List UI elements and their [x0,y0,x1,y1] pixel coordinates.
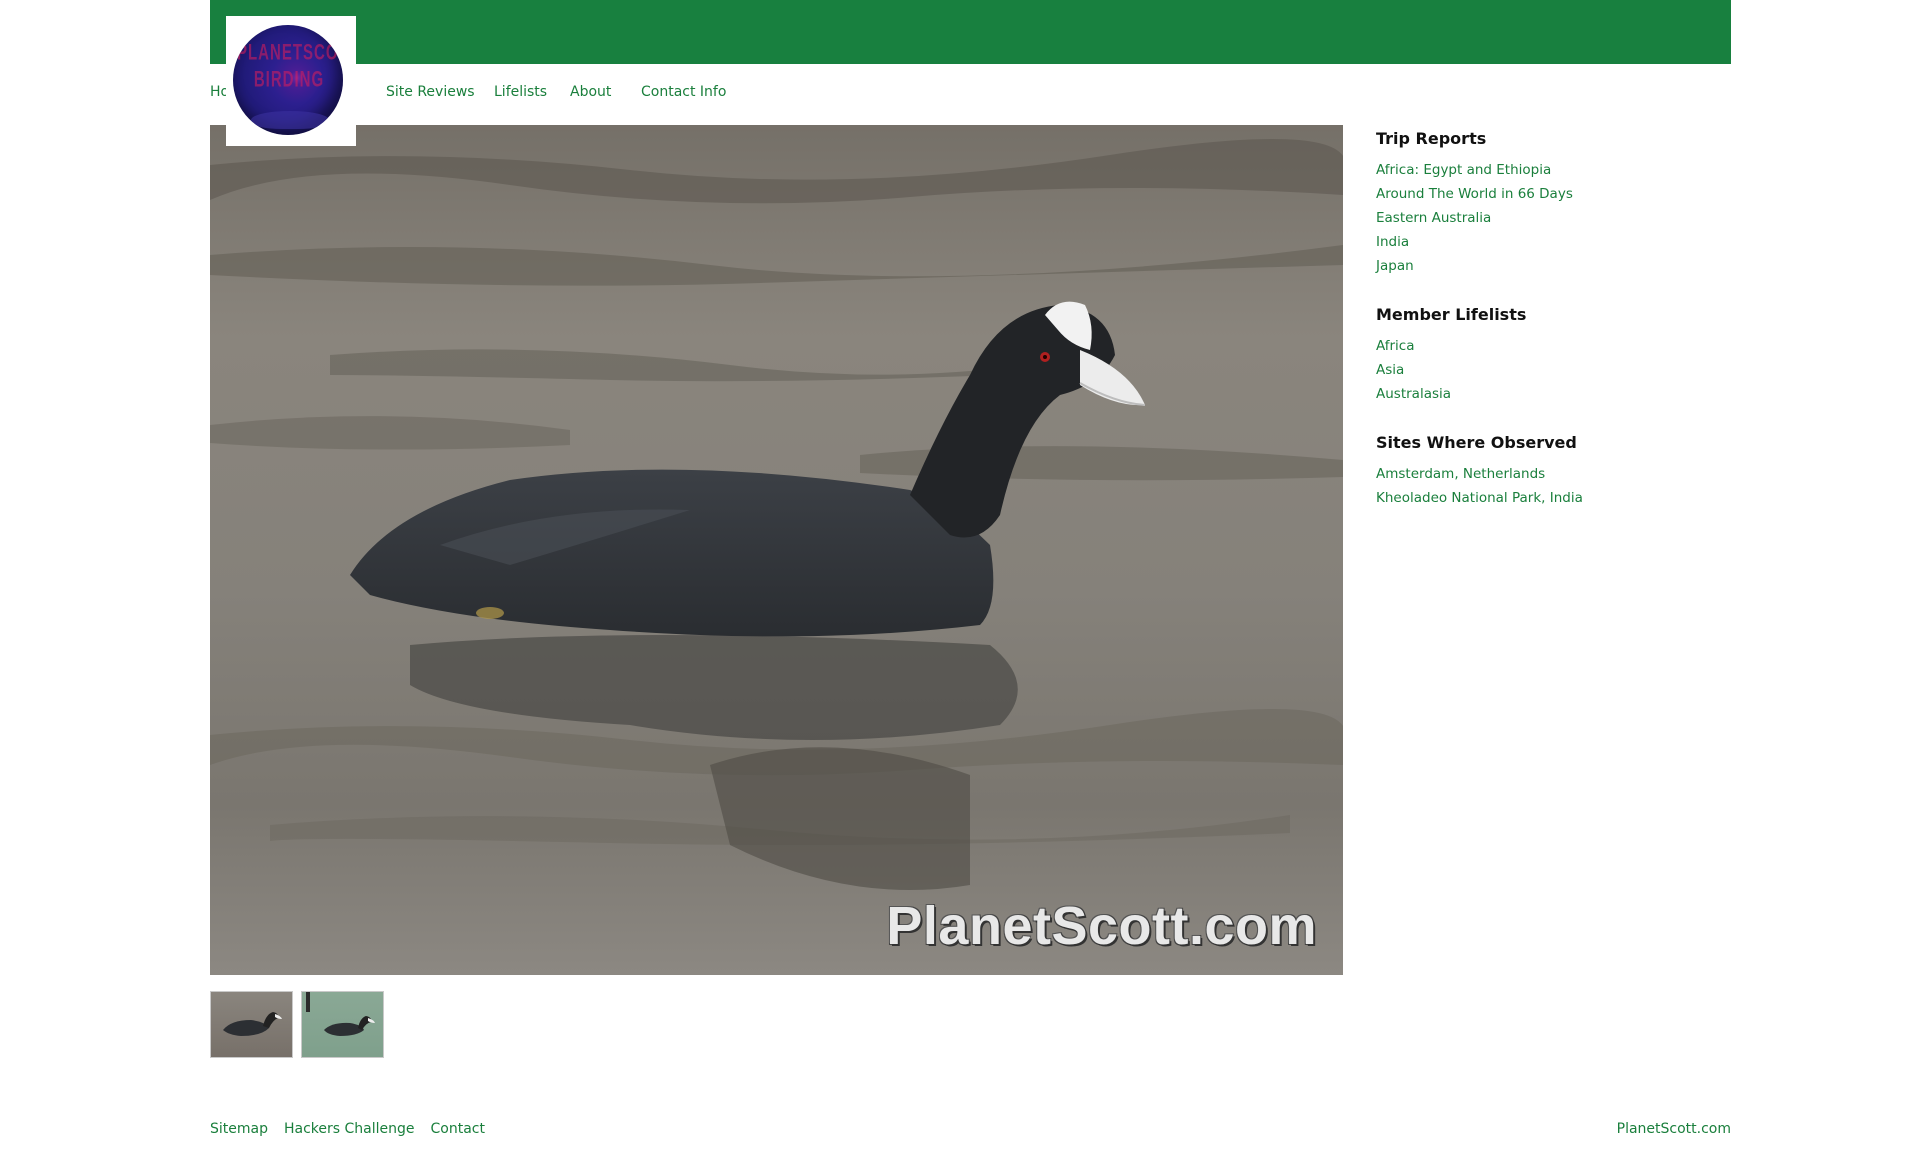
footer-link-contact[interactable]: Contact [431,1121,485,1137]
section-heading: Trip Reports [1376,129,1487,148]
photo-watermark: PlanetScott.com [886,896,1317,956]
coot-photo-illustration [210,139,1343,890]
footer-link-sitemap[interactable]: Sitemap [210,1121,268,1137]
trip-report-link[interactable]: Eastern Australia [1376,206,1676,230]
footer-links: Sitemap Hackers Challenge Contact [210,1121,485,1137]
member-lifelists-section: Member Lifelists Africa Asia Australasia [1376,304,1676,406]
header-bar [210,0,1731,64]
globe-logo-icon: PLANETSCOTT BIRDING [233,25,343,135]
trip-report-link[interactable]: India [1376,230,1676,254]
thumbnail-1[interactable] [210,991,293,1058]
nav-item-about[interactable]: About [570,84,611,100]
main-bird-photo: PlanetScott.com [210,125,1343,975]
thumbnail-2[interactable] [301,991,384,1058]
nav-item-lifelists[interactable]: Lifelists [494,84,547,100]
trip-report-link[interactable]: Africa: Egypt and Ethiopia [1376,158,1676,182]
page-wrapper: PLANETSCOTT BIRDING Home Site Reviews Li… [210,0,1731,1160]
footer-site-link[interactable]: PlanetScott.com [1617,1121,1731,1137]
footer-link-hackers-challenge[interactable]: Hackers Challenge [284,1121,415,1137]
site-logo[interactable]: PLANETSCOTT BIRDING [226,16,356,146]
trip-report-link[interactable]: Around The World in 66 Days [1376,182,1676,206]
lifelist-link[interactable]: Asia [1376,358,1676,382]
observed-site-link[interactable]: Amsterdam, Netherlands [1376,462,1676,486]
observed-site-link[interactable]: Kheoladeo National Park, India [1376,486,1676,510]
coot-thumbnail-image [306,992,375,1036]
nav-item-contact-info[interactable]: Contact Info [641,84,726,100]
thumbnail-strip [210,991,384,1058]
sites-observed-section: Sites Where Observed Amsterdam, Netherla… [1376,432,1676,510]
section-heading: Member Lifelists [1376,305,1527,324]
logo-text: PLANETSCOTT BIRDING [237,40,343,93]
lifelist-link[interactable]: Australasia [1376,382,1676,406]
nav-item-site-reviews[interactable]: Site Reviews [386,84,475,100]
coot-thumbnail-image [223,1012,282,1036]
section-heading: Sites Where Observed [1376,433,1577,452]
trip-report-link[interactable]: Japan [1376,254,1676,278]
sidebar: Trip Reports Africa: Egypt and Ethiopia … [1376,128,1676,536]
trip-reports-section: Trip Reports Africa: Egypt and Ethiopia … [1376,128,1676,278]
lifelist-link[interactable]: Africa [1376,334,1676,358]
